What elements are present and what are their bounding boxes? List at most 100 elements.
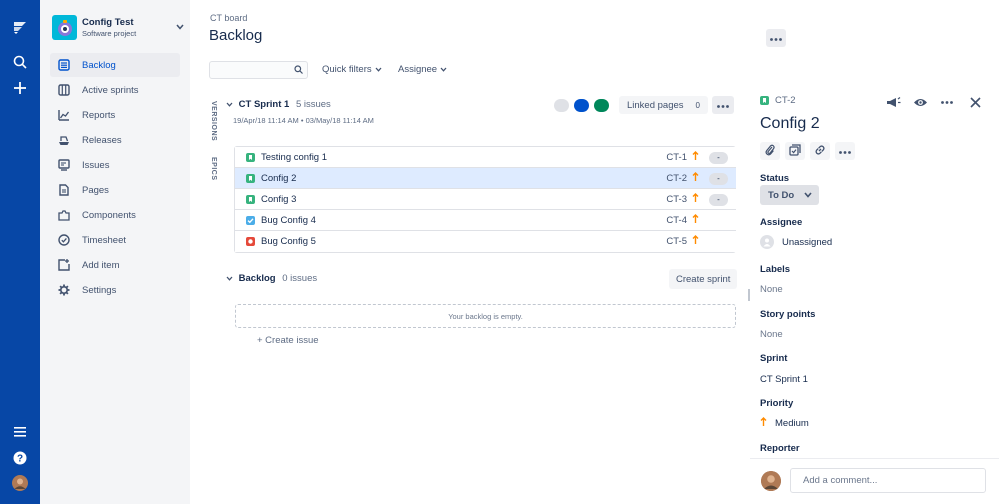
quick-filters-dropdown[interactable]: Quick filters [322, 64, 382, 75]
jira-logo-icon[interactable] [10, 18, 30, 38]
close-icon[interactable] [966, 94, 984, 110]
sidebar-item-active-sprints[interactable]: Active sprints [50, 78, 180, 102]
search-icon[interactable] [10, 52, 30, 72]
sidebar-item-label: Backlog [82, 59, 116, 71]
assignee-field[interactable]: Unassigned [760, 235, 832, 249]
issue-row-ct-2[interactable]: Config 2 CT-2 - [235, 168, 736, 189]
backlog-issue-count: 0 issues [282, 273, 318, 284]
component-icon [57, 208, 71, 222]
breadcrumb[interactable]: CT board [210, 13, 247, 23]
issue-key[interactable]: CT-5 [666, 236, 687, 247]
sidebar-item-issues[interactable]: Issues [50, 153, 180, 177]
status-todo-indicator [554, 99, 569, 112]
unassigned-avatar-icon [760, 235, 774, 249]
sidebar-item-label: Reports [82, 109, 116, 121]
project-switcher[interactable]: Config Test Software project [52, 14, 184, 42]
sprint-more-button[interactable] [712, 96, 734, 114]
clock-icon [57, 233, 71, 247]
labels-value[interactable]: None [760, 284, 783, 295]
sidebar-item-pages[interactable]: Pages [50, 178, 180, 202]
gear-icon [57, 283, 71, 297]
detail-issue-title[interactable]: Config 2 [760, 115, 820, 133]
help-icon[interactable]: ? [10, 448, 30, 468]
chevron-down-icon[interactable] [176, 22, 184, 33]
estimate-badge: - [709, 152, 728, 164]
linked-pages-label: Linked pages [627, 99, 684, 111]
watch-eye-icon[interactable] [911, 94, 929, 110]
estimate-badge: - [709, 173, 728, 185]
chart-icon [57, 108, 71, 122]
user-avatar-icon[interactable] [10, 473, 30, 493]
paperclip-icon [765, 144, 775, 159]
sprint-dates: 19/Apr/18 11:14 AM • 03/May/18 11:14 AM [233, 116, 374, 125]
story-points-value[interactable]: None [760, 329, 783, 340]
story-points-label: Story points [760, 309, 816, 320]
epics-panel-toggle[interactable]: EPICS [210, 157, 217, 181]
status-dropdown[interactable]: To Do [760, 185, 819, 205]
create-sprint-button[interactable]: Create sprint [669, 269, 738, 289]
backlog-header[interactable]: Backlog 0 issues [226, 273, 317, 284]
versions-panel-toggle[interactable]: VERSIONS [210, 101, 217, 141]
sidebar-item-label: Add item [82, 259, 120, 271]
date-separator: • [300, 116, 304, 125]
issues-icon [57, 158, 71, 172]
issue-key[interactable]: CT-1 [666, 152, 687, 163]
attach-button[interactable] [760, 142, 780, 160]
chevron-down-icon [226, 273, 236, 284]
issue-row-ct-3[interactable]: Config 3 CT-3 - [235, 189, 736, 210]
sprint-value[interactable]: CT Sprint 1 [760, 374, 808, 385]
more-icon [717, 100, 729, 111]
status-inprogress-indicator [574, 99, 589, 112]
priority-medium-icon [692, 193, 699, 206]
issue-row-ct-5[interactable]: Bug Config 5 CT-5 [235, 231, 736, 252]
sidebar-item-backlog[interactable]: Backlog [50, 53, 180, 77]
issue-summary: Config 3 [261, 193, 297, 205]
backlog-title: Backlog [238, 273, 276, 284]
issue-key[interactable]: CT-2 [666, 173, 687, 184]
priority-label: Priority [760, 398, 794, 409]
detail-more-icon[interactable] [938, 94, 956, 110]
sprint-issue-list: Testing config 1 CT-1 - Config 2 CT-2 - … [234, 146, 736, 253]
backlog-empty-dropzone: Your backlog is empty. [235, 304, 736, 328]
backlog-icon [57, 58, 71, 72]
detail-issue-key[interactable]: CT-2 [760, 95, 796, 106]
comment-input[interactable]: Add a comment... [790, 468, 986, 493]
assignee-label: Assignee [760, 217, 803, 228]
assignee-dropdown[interactable]: Assignee [398, 64, 447, 75]
create-issue-button[interactable]: + Create issue [257, 335, 319, 346]
linked-pages-button[interactable]: Linked pages 0 [619, 96, 708, 114]
estimate-badge: - [709, 194, 728, 206]
link-icon [814, 144, 826, 159]
sprint-header[interactable]: CT Sprint 1 5 issues [226, 99, 331, 110]
sidebar-item-releases[interactable]: Releases [50, 128, 180, 152]
feedback-megaphone-icon[interactable] [884, 94, 902, 110]
sidebar-item-label: Releases [82, 134, 122, 146]
sidebar-item-add-item[interactable]: Add item [50, 253, 180, 277]
more-actions-button[interactable] [835, 142, 855, 160]
user-avatar-icon [761, 471, 781, 491]
sidebar-item-label: Pages [82, 184, 109, 196]
sidebar-item-label: Settings [82, 284, 117, 296]
sidebar-item-components[interactable]: Components [50, 203, 180, 227]
priority-medium-icon [692, 214, 699, 227]
priority-field[interactable]: Medium [760, 417, 809, 430]
link-issue-button[interactable] [810, 142, 830, 160]
issue-key[interactable]: CT-3 [666, 194, 687, 205]
create-icon[interactable] [10, 78, 30, 98]
sprint-issue-count: 5 issues [295, 99, 331, 110]
chevron-down-icon [440, 64, 447, 75]
issue-row-ct-4[interactable]: Bug Config 4 CT-4 [235, 210, 736, 231]
comment-bar: Add a comment... [750, 458, 999, 504]
project-name: Config Test [82, 17, 134, 28]
board-more-button[interactable] [766, 29, 786, 47]
story-icon [246, 174, 255, 183]
search-input[interactable] [209, 61, 308, 79]
sidebar-item-settings[interactable]: Settings [50, 278, 180, 302]
sidebar-item-reports[interactable]: Reports [50, 103, 180, 127]
issue-row-ct-1[interactable]: Testing config 1 CT-1 - [235, 147, 736, 168]
reporter-label: Reporter [760, 443, 800, 454]
create-subtask-button[interactable] [785, 142, 805, 160]
issue-key[interactable]: CT-4 [666, 215, 687, 226]
sidebar-item-timesheet[interactable]: Timesheet [50, 228, 180, 252]
menu-icon[interactable] [10, 422, 30, 442]
